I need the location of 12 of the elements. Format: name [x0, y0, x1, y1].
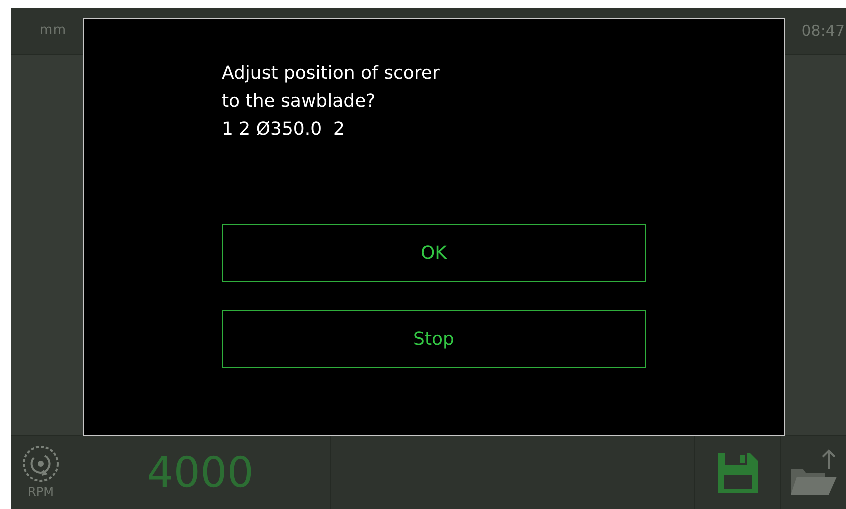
speed-value: 4000 [147, 452, 254, 494]
dialog-message-line: to the sawblade? [222, 90, 377, 114]
clock-time: 08:47 [802, 20, 845, 42]
save-icon[interactable] [716, 450, 760, 494]
speed-unit-label: RPM [28, 486, 54, 498]
folder-upload-icon[interactable] [788, 448, 838, 496]
saw-blade-icon[interactable] [21, 444, 61, 484]
dialog-button[interactable]: Stop [222, 310, 646, 368]
dialog-button[interactable]: OK [222, 224, 646, 282]
dialog-message-line: Adjust position of scorer [222, 62, 441, 86]
unit-label: mm [40, 22, 67, 40]
dialog-message-line: 1 2 Ø350.0 2 [222, 118, 346, 142]
